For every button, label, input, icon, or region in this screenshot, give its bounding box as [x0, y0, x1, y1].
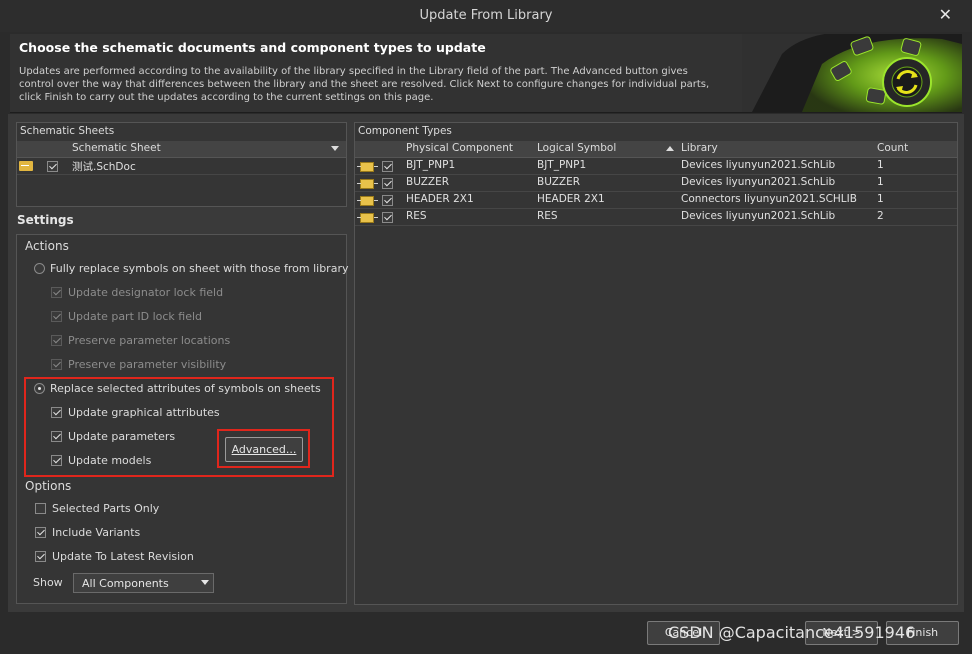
component-icon: [357, 196, 378, 206]
latest-revision-label[interactable]: Update To Latest Revision: [52, 550, 194, 563]
show-label: Show: [33, 576, 63, 589]
component-types-panel: Component Types Physical Component Logic…: [354, 122, 958, 605]
include-variants-label[interactable]: Include Variants: [52, 526, 140, 539]
selected-parts-only-label[interactable]: Selected Parts Only: [52, 502, 159, 515]
row-checkbox[interactable]: [382, 178, 393, 189]
update-designator-lock-checkbox: [51, 287, 62, 298]
library: Devices liyunyun2021.SchLib: [681, 210, 836, 222]
component-types-title: Component Types: [358, 125, 452, 137]
replace-attributes-radio[interactable]: [34, 383, 45, 394]
update-graphical-label[interactable]: Update graphical attributes: [68, 406, 220, 419]
count: 2: [877, 210, 884, 222]
latest-revision-checkbox[interactable]: [35, 551, 46, 562]
component-icon: [357, 162, 378, 172]
update-part-id-lock-checkbox: [51, 311, 62, 322]
update-parameters-label[interactable]: Update parameters: [68, 430, 175, 443]
csdn-watermark: CSDN @Capacitance41591946: [668, 623, 916, 642]
physical-component: BUZZER: [406, 176, 450, 188]
schdoc-icon: [19, 161, 33, 171]
update-models-label[interactable]: Update models: [68, 454, 151, 467]
logical-symbol: BJT_PNP1: [537, 159, 587, 171]
wizard-heading: Choose the schematic documents and compo…: [19, 40, 486, 55]
logical-symbol-column[interactable]: Logical Symbol: [537, 142, 616, 154]
preserve-param-locations-label: Preserve parameter locations: [68, 334, 231, 347]
preserve-param-visibility-label: Preserve parameter visibility: [68, 358, 227, 371]
physical-component: BJT_PNP1: [406, 159, 456, 171]
component-types-header: Physical Component Logical Symbol Librar…: [355, 141, 957, 158]
preserve-param-visibility-checkbox: [51, 359, 62, 370]
sheet-checkbox[interactable]: [47, 161, 58, 172]
count: 1: [877, 176, 884, 188]
library: Devices liyunyun2021.SchLib: [681, 176, 836, 188]
physical-component-column[interactable]: Physical Component: [406, 142, 513, 154]
actions-label: Actions: [25, 239, 69, 253]
table-row[interactable]: BJT_PNP1 BJT_PNP1 Devices liyunyun2021.S…: [355, 158, 957, 175]
window-title: Update From Library: [419, 8, 553, 23]
library: Devices liyunyun2021.SchLib: [681, 159, 836, 171]
logical-symbol: BUZZER: [537, 176, 581, 188]
fully-replace-radio[interactable]: [34, 263, 45, 274]
advanced-button[interactable]: Advanced...: [225, 437, 303, 462]
wizard-description: Updates are performed according to the a…: [19, 66, 710, 103]
physical-component: HEADER 2X1: [406, 193, 474, 205]
preserve-param-locations-checkbox: [51, 335, 62, 346]
component-icon: [357, 179, 378, 189]
row-checkbox[interactable]: [382, 161, 393, 172]
update-graphical-checkbox[interactable]: [51, 407, 62, 418]
sheet-name: 测试.SchDoc: [72, 161, 136, 173]
sort-ascending-icon[interactable]: [666, 146, 674, 151]
update-part-id-lock-label: Update part ID lock field: [68, 310, 203, 323]
options-label: Options: [25, 479, 72, 493]
show-dropdown[interactable]: All Components: [73, 573, 214, 593]
replace-attributes-label[interactable]: Replace selected attributes of symbols o…: [50, 382, 321, 395]
update-parameters-checkbox[interactable]: [51, 431, 62, 442]
fully-replace-label[interactable]: Fully replace symbols on sheet with thos…: [50, 262, 348, 275]
physical-component: RES: [406, 210, 427, 222]
row-checkbox[interactable]: [382, 212, 393, 223]
close-icon[interactable]: ✕: [939, 5, 952, 24]
table-row[interactable]: BUZZER BUZZER Devices liyunyun2021.SchLi…: [355, 175, 957, 192]
row-checkbox[interactable]: [382, 195, 393, 206]
count-column[interactable]: Count: [877, 142, 908, 154]
library: Connectors liyunyun2021.SCHLIB: [681, 193, 857, 205]
update-graphic-icon: [742, 34, 962, 112]
settings-title: Settings: [17, 213, 74, 227]
update-models-checkbox[interactable]: [51, 455, 62, 466]
wizard-header: Choose the schematic documents and compo…: [10, 34, 962, 113]
logical-symbol: RES: [537, 210, 558, 222]
count: 1: [877, 159, 884, 171]
chevron-down-icon: [201, 580, 209, 585]
column-dropdown-icon[interactable]: [331, 146, 339, 151]
table-row[interactable]: RES RES Devices liyunyun2021.SchLib 2: [355, 209, 957, 226]
library-column[interactable]: Library: [681, 142, 718, 154]
schematic-sheet-column[interactable]: Schematic Sheet: [72, 142, 161, 154]
selected-parts-only-checkbox[interactable]: [35, 503, 46, 514]
schematic-sheets-title: Schematic Sheets: [20, 125, 115, 137]
include-variants-checkbox[interactable]: [35, 527, 46, 538]
schematic-sheet-row[interactable]: 测试.SchDoc: [17, 158, 346, 175]
schematic-sheets-header: Schematic Sheet: [17, 141, 346, 158]
schematic-sheets-panel: Schematic Sheets Schematic Sheet 测试.SchD…: [16, 122, 347, 207]
count: 1: [877, 193, 884, 205]
component-icon: [357, 213, 378, 223]
title-bar: Update From Library ✕: [0, 0, 972, 32]
update-designator-lock-label: Update designator lock field: [68, 286, 224, 299]
show-dropdown-value: All Components: [82, 577, 169, 590]
logical-symbol: HEADER 2X1: [537, 193, 605, 205]
table-row[interactable]: HEADER 2X1 HEADER 2X1 Connectors liyunyu…: [355, 192, 957, 209]
